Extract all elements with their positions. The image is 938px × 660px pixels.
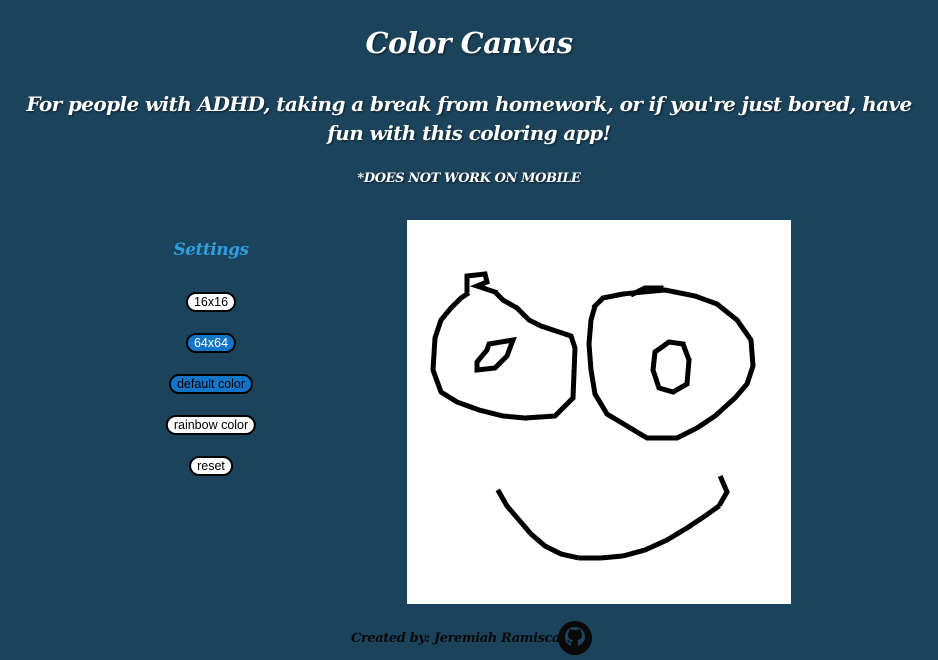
drawing-canvas-svg[interactable] [407,220,791,604]
left-eye-outline [430,271,578,421]
drawing-strokes [430,271,756,561]
drawing-canvas[interactable] [407,220,791,604]
grid-64-button[interactable]: 64x64 [185,333,237,353]
default-color-button[interactable]: default color [168,374,254,394]
grid-16-button[interactable]: 16x16 [185,292,237,312]
mobile-warning: *DOES NOT WORK ON MOBILE [357,171,581,186]
rainbow-color-button[interactable]: rainbow color [165,415,257,435]
left-eye-pupil [474,336,517,373]
smile-curve [495,474,730,561]
settings-heading: Settings [173,240,249,260]
page-title: Color Canvas [365,26,573,60]
footer: Created by: Jeremiah Ramiscal [0,620,938,655]
right-eye-pupil [650,339,692,395]
github-icon[interactable] [557,620,593,656]
credit-text: Created by: Jeremiah Ramiscal [351,631,565,646]
reset-button[interactable]: reset [189,456,233,476]
page-subtitle: For people with ADHD, taking a break fro… [26,92,912,145]
right-eye-outline [586,287,756,441]
